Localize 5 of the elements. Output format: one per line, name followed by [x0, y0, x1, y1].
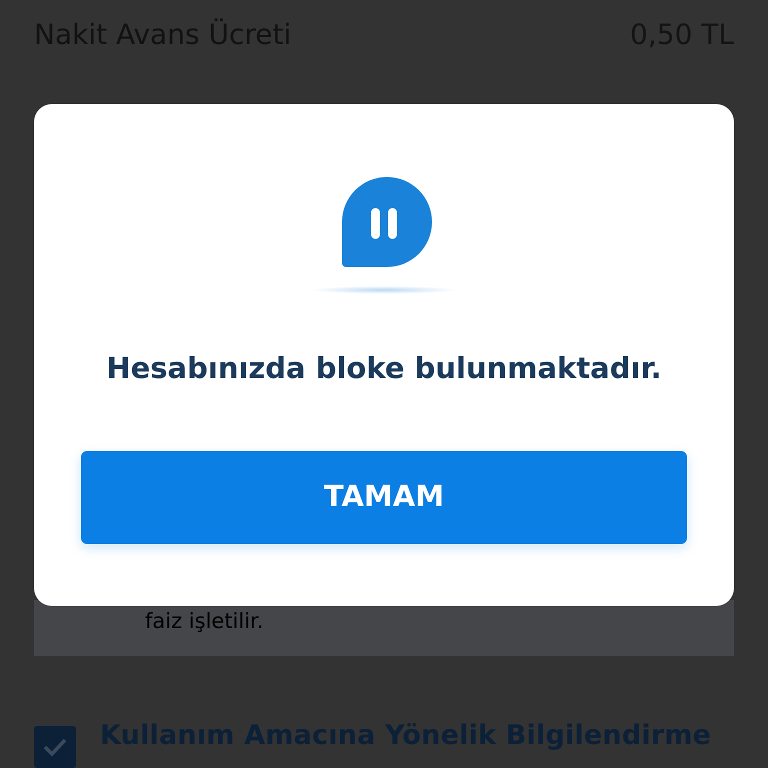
check-icon — [42, 737, 68, 757]
checkbox[interactable] — [34, 726, 76, 768]
dialog-message: Hesabınızda bloke bulunmaktadır. — [106, 350, 662, 387]
ok-button[interactable]: TAMAM — [81, 450, 687, 544]
info-text: faiz işletilir. — [145, 608, 264, 636]
